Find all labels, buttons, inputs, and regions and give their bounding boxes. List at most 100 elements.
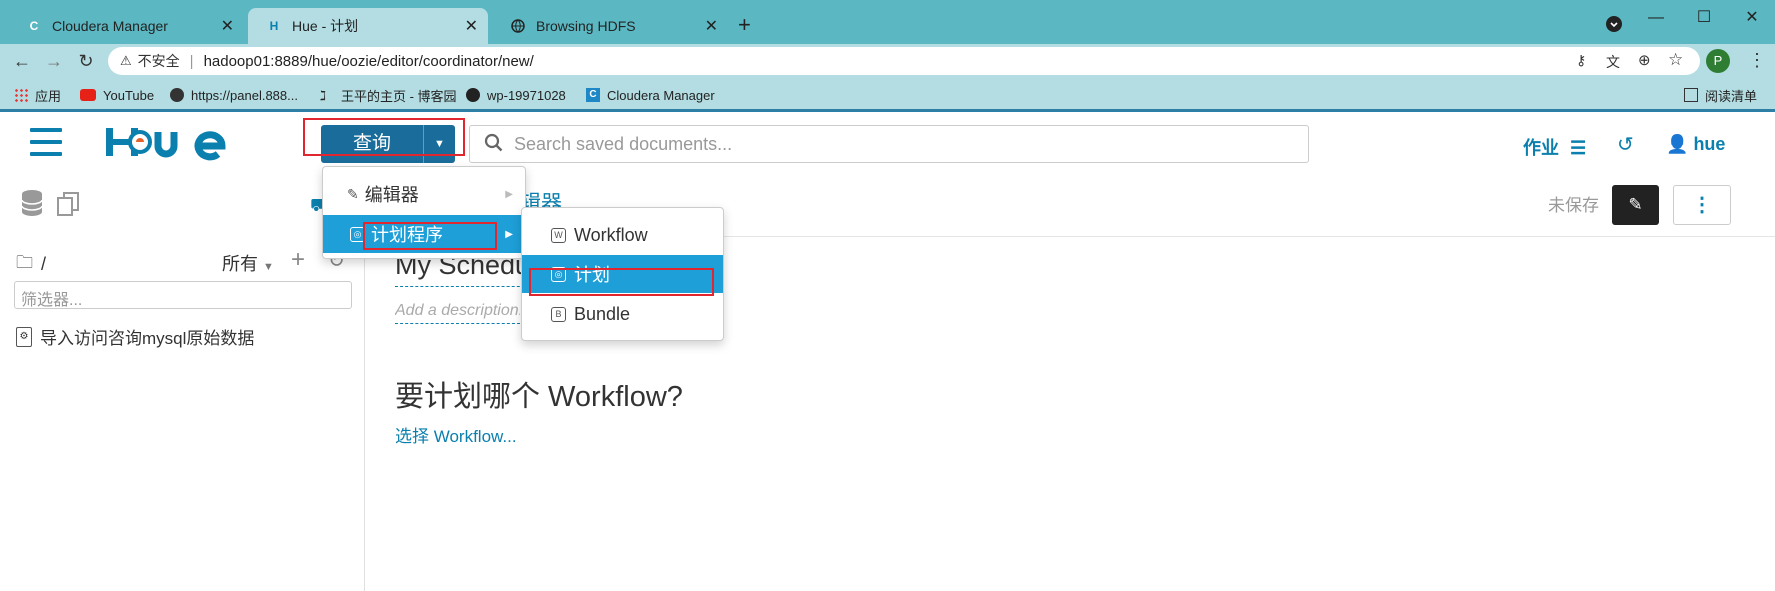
submenu-item-bundle[interactable]: B Bundle xyxy=(522,295,723,333)
cloudera-favicon-icon: C xyxy=(29,19,39,33)
back-arrow-icon[interactable]: ← xyxy=(8,48,36,74)
hue-logo[interactable] xyxy=(104,122,230,167)
reading-list[interactable]: 阅读清单 xyxy=(1684,85,1757,105)
query-dropdown-menu: ✎ 编辑器 ▶ ◎ 计划程序 ▶ xyxy=(322,166,526,259)
list-item-label: 导入访问咨询mysql原始数据 xyxy=(40,329,255,348)
tab-title: Hue - 计划 xyxy=(292,18,359,34)
history-icon[interactable]: ↺ xyxy=(1617,132,1634,157)
youtube-icon xyxy=(80,89,96,101)
globe-icon xyxy=(170,88,184,102)
tab-title: Cloudera Manager xyxy=(52,18,168,34)
hue-header: 查询 ▼ Search saved documents... 作业 ☰ ↺ 👤 … xyxy=(0,112,1775,176)
reading-list-icon xyxy=(1684,88,1698,102)
owner-filter-dropdown[interactable]: 所有 ▼ xyxy=(222,250,274,276)
folder-icon: 🗀 xyxy=(16,253,33,272)
documents-icon[interactable] xyxy=(56,191,82,222)
profile-avatar[interactable]: P xyxy=(1706,49,1730,73)
bookmark-label: 应用 xyxy=(35,88,62,104)
address-bar[interactable]: ⚠ 不安全 | hadoop01:8889/hue/oozie/editor/c… xyxy=(108,47,1700,75)
tab-cloudera-manager[interactable]: C Cloudera Manager ✕ xyxy=(8,8,244,44)
minimize-icon[interactable]: — xyxy=(1636,6,1676,30)
maximize-icon[interactable]: ☐ xyxy=(1684,6,1724,30)
bookmark-cloudera[interactable]: C Cloudera Manager xyxy=(586,85,715,105)
search-box[interactable]: Search saved documents... xyxy=(469,125,1309,163)
scheduler-submenu: W Workflow ◎ 计划 B Bundle xyxy=(521,207,724,341)
submenu-item-label: Bundle xyxy=(574,303,631,324)
globe-icon xyxy=(510,18,526,34)
tab-title: Browsing HDFS xyxy=(536,18,636,34)
bookmark-label: 王平的主页 - 博客园 xyxy=(341,88,457,104)
search-icon xyxy=(484,132,504,159)
hamburger-menu-icon[interactable] xyxy=(30,128,62,156)
bundle-icon: B xyxy=(551,306,566,322)
description-field[interactable]: Add a description... xyxy=(395,302,520,324)
close-tab-icon[interactable]: ✕ xyxy=(221,16,234,36)
more-menu-icon[interactable]: ⋮ xyxy=(1748,50,1766,71)
tab-hue[interactable]: H Hue - 计划 ✕ xyxy=(248,8,488,44)
menu-item-editor[interactable]: ✎ 编辑器 ▶ xyxy=(323,175,525,213)
bookmark-label: Cloudera Manager xyxy=(607,87,715,103)
user-icon: 👤 xyxy=(1666,134,1689,154)
bookmark-panel[interactable]: https://panel.888... xyxy=(170,85,298,105)
submenu-item-label: Workflow xyxy=(574,224,648,245)
choose-workflow-link[interactable]: 选择 Workflow... xyxy=(395,422,517,447)
annotation-box xyxy=(303,118,465,156)
bookmark-label: wp-19971028 xyxy=(487,87,566,103)
search-input[interactable]: Search saved documents... xyxy=(514,134,732,155)
cloudera-icon: C xyxy=(586,88,600,102)
translate-icon[interactable]: 文 xyxy=(1606,52,1620,72)
hue-favicon-icon: H xyxy=(269,19,279,33)
jobs-list-icon: ☰ xyxy=(1570,138,1587,158)
caret-right-icon: ▶ xyxy=(505,228,513,240)
editor-icon: ✎ xyxy=(347,185,359,202)
key-icon[interactable]: ⚷ xyxy=(1576,52,1586,69)
zoom-icon[interactable]: ⊕ xyxy=(1638,51,1651,69)
new-tab-button[interactable]: + xyxy=(738,12,751,38)
editor-subbar: ⛟ 辑器 未保存 ✎ ⋮ xyxy=(0,175,1775,237)
list-item[interactable]: ⚙ 导入访问咨询mysql原始数据 xyxy=(16,324,254,349)
bookmark-label: https://panel.888... xyxy=(191,87,298,103)
filter-input[interactable]: 筛选器... xyxy=(14,281,352,309)
blog-icon: ℷ xyxy=(320,88,327,103)
caret-right-icon: ▶ xyxy=(505,188,513,200)
bookmark-apps[interactable]: 应用 xyxy=(14,85,61,105)
workflow-question-heading: 要计划哪个 Workflow? xyxy=(395,381,683,413)
apps-grid-icon xyxy=(14,88,28,102)
bookmark-label: YouTube xyxy=(103,87,155,103)
jobs-link[interactable]: 作业 ☰ xyxy=(1523,134,1586,160)
annotation-box xyxy=(363,222,497,250)
left-assist-panel: 🗀 / 所有 ▼ + ↻ 筛选器... ⚙ 导入访问咨询mysql原始数据 xyxy=(0,236,365,591)
workflow-document-icon: ⚙ xyxy=(16,326,32,347)
user-menu[interactable]: 👤 hue xyxy=(1666,134,1725,155)
jobs-label: 作业 xyxy=(1523,138,1559,158)
close-tab-icon[interactable]: ✕ xyxy=(465,16,478,36)
submenu-item-workflow[interactable]: W Workflow xyxy=(522,216,723,254)
window-close-icon[interactable]: ✕ xyxy=(1732,6,1772,30)
caret-down-icon: ▼ xyxy=(263,261,274,273)
more-options-button[interactable]: ⋮ xyxy=(1673,185,1731,225)
bookmark-star-icon[interactable]: ☆ xyxy=(1668,50,1683,70)
security-label: 不安全 xyxy=(137,53,180,69)
forward-arrow-icon[interactable]: → xyxy=(40,48,68,74)
menu-item-label: 编辑器 xyxy=(364,185,419,205)
workflow-icon: W xyxy=(551,227,566,243)
bookmark-cnblogs[interactable]: ℷ 王平的主页 - 博客园 xyxy=(320,85,457,105)
database-icon[interactable] xyxy=(20,189,44,222)
annotation-box xyxy=(529,268,714,296)
path-text: / xyxy=(41,254,47,274)
bookmark-youtube[interactable]: YouTube xyxy=(80,85,154,105)
unsaved-label: 未保存 xyxy=(1548,196,1599,215)
edit-pencil-button[interactable]: ✎ xyxy=(1612,185,1659,225)
reload-icon[interactable]: ↻ xyxy=(72,48,100,74)
bookmark-github[interactable]: wp-19971028 xyxy=(466,85,566,105)
tab-search-icon[interactable] xyxy=(1606,16,1622,32)
browser-toolbar: ← → ↻ ⚠ 不安全 | hadoop01:8889/hue/oozie/ed… xyxy=(0,44,1775,78)
add-icon[interactable]: + xyxy=(291,246,305,274)
close-tab-icon[interactable]: ✕ xyxy=(705,16,718,36)
url-text: hadoop01:8889/hue/oozie/editor/coordinat… xyxy=(203,52,534,70)
folder-path[interactable]: 🗀 / xyxy=(16,250,46,279)
tab-browsing-hdfs[interactable]: Browsing HDFS ✕ xyxy=(492,8,728,44)
bookmarks-bar: 应用 YouTube https://panel.888... ℷ 王平的主页 … xyxy=(0,78,1775,112)
separator: | xyxy=(189,52,194,70)
browser-tab-strip: C Cloudera Manager ✕ H Hue - 计划 ✕ Browsi… xyxy=(0,0,1775,44)
